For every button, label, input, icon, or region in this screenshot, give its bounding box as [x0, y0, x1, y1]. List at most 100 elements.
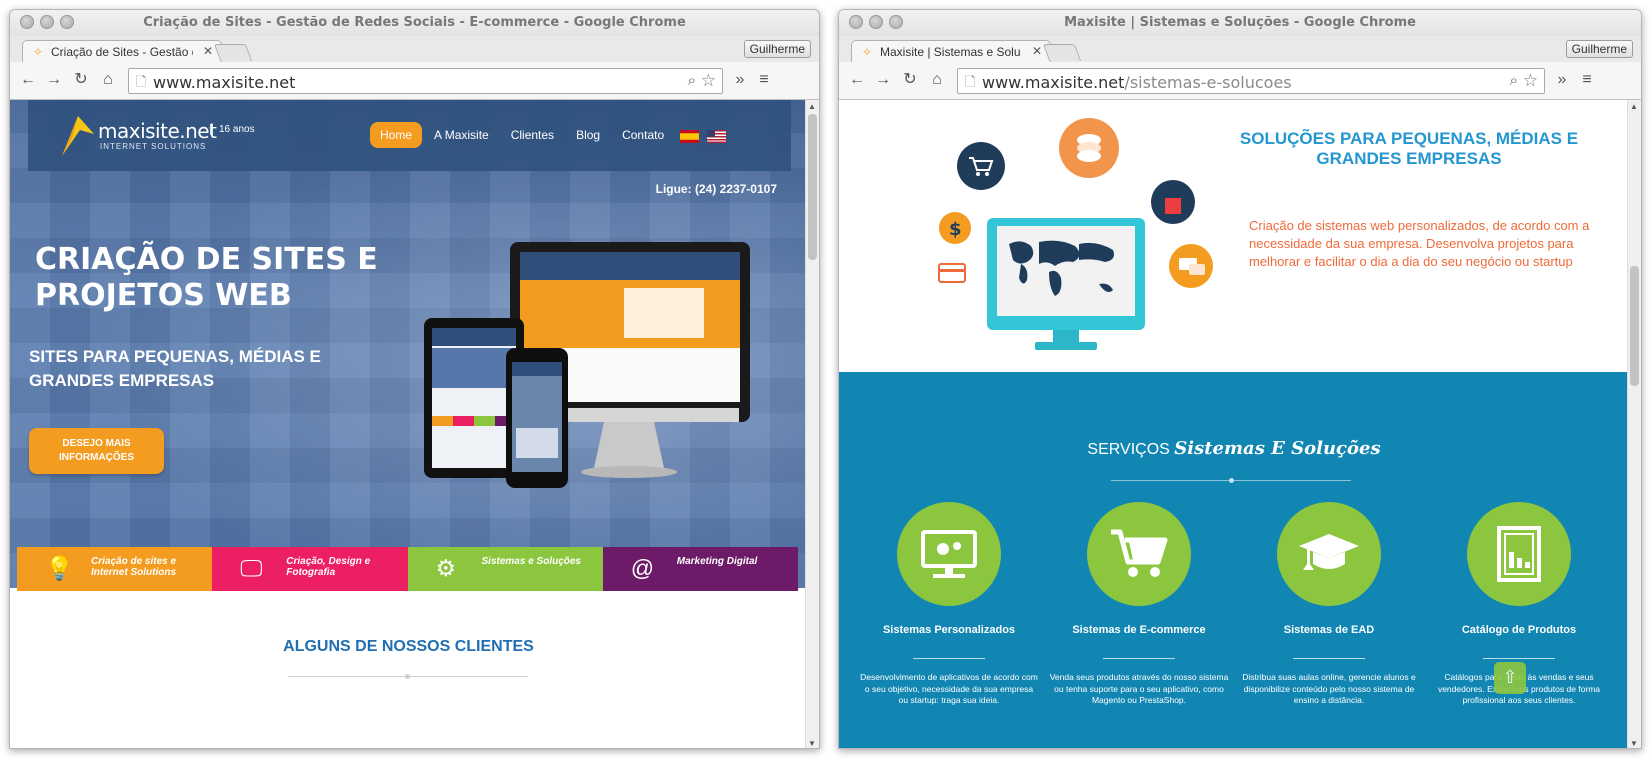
zoom-icon[interactable]: ⌕	[1510, 72, 1518, 89]
services-section: SERVIÇOS Sistemas E Soluções Sistemas Pe…	[839, 372, 1629, 748]
service-label: Criação de sites e Internet Solutions	[91, 556, 177, 578]
phone-gear-icon: ⚙	[435, 555, 457, 581]
browser-tab[interactable]: ✧ Maxisite | Sistemas e Solu ✕	[851, 40, 1051, 63]
maxisite-favicon-icon: ✧	[862, 45, 873, 59]
service-cards: Sistemas Personalizados Desenvolvimento …	[857, 502, 1617, 748]
scroll-thumb[interactable]	[808, 114, 817, 260]
logo-text[interactable]: maxisite.net	[98, 119, 217, 143]
home-icon[interactable]: ⌂	[927, 71, 947, 89]
nav-blog[interactable]: Blog	[566, 122, 610, 148]
address-bar[interactable]: 🗋 www.maxisite.net ⌕ ☆	[128, 68, 723, 94]
window-title: Maxisite | Sistemas e Soluções - Google …	[1064, 15, 1416, 30]
reload-icon[interactable]: ↻	[71, 71, 91, 89]
reload-icon[interactable]: ↻	[900, 71, 920, 89]
zoom-icon[interactable]: ⌕	[688, 72, 696, 89]
catalog-chart-icon	[1497, 526, 1541, 582]
scroll-thumb[interactable]	[1630, 266, 1639, 386]
home-icon[interactable]: ⌂	[98, 71, 118, 89]
service-card[interactable]: Sistemas de E-commerce Venda seus produt…	[1047, 502, 1237, 748]
logo-subtitle: INTERNET SOLUTIONS	[100, 142, 207, 151]
service-card-circle	[1087, 502, 1191, 606]
more-info-button[interactable]: DESEJO MAIS INFORMAÇÕES	[29, 428, 164, 474]
nav-a-maxisite[interactable]: A Maxisite	[424, 122, 499, 148]
back-arrow-icon[interactable]: ←	[847, 71, 867, 89]
tab-strip: ✧ Criação de Sites - Gestão d ✕ Guilherm…	[10, 36, 819, 63]
extensions-overflow-icon[interactable]: »	[730, 71, 750, 89]
url-text: www.maxisite.net/sistemas-e-solucoes	[982, 73, 1292, 92]
browser-tab[interactable]: ✧ Criação de Sites - Gestão d ✕	[22, 40, 222, 63]
shopping-cart-icon	[1111, 529, 1168, 577]
profile-button[interactable]: Guilherme	[1565, 40, 1633, 58]
window-title: Criação de Sites - Gestão de Redes Socia…	[143, 15, 686, 30]
browser-toolbar: ← → ↻ ⌂ 🗋 www.maxisite.net ⌕ ☆ » ≡	[10, 62, 819, 100]
extensions-overflow-icon[interactable]: »	[1552, 71, 1572, 89]
service-card-circle	[1467, 502, 1571, 606]
maxisite-favicon-icon: ✧	[33, 45, 44, 59]
service-card-circle	[897, 502, 1001, 606]
service-marketing[interactable]: @ Marketing Digital	[602, 547, 798, 591]
devices-mockup-image	[424, 242, 750, 488]
vertical-scrollbar[interactable]: ▲ ▼	[805, 100, 819, 748]
services-heading-script: Sistemas E Soluções	[1174, 438, 1381, 459]
nav-home[interactable]: Home	[370, 122, 423, 148]
menu-icon[interactable]: ≡	[754, 71, 774, 89]
scroll-up-icon[interactable]: ▲	[1630, 102, 1638, 111]
bookmark-star-icon[interactable]: ☆	[701, 71, 716, 91]
address-bar[interactable]: 🗋 www.maxisite.net/sistemas-e-solucoes ⌕…	[957, 68, 1545, 94]
browser-toolbar: ← → ↻ ⌂ 🗋 www.maxisite.net/sistemas-e-so…	[839, 62, 1641, 100]
phone-number: Ligue: (24) 2237-0107	[655, 182, 777, 196]
new-tab-button[interactable]	[1042, 44, 1082, 61]
service-card-title: Catálogo de Produtos	[1461, 624, 1577, 636]
service-card[interactable]: Sistemas de EAD Distribua suas aulas onl…	[1237, 502, 1427, 748]
scroll-down-icon[interactable]: ▼	[808, 739, 816, 748]
new-tab-button[interactable]	[213, 44, 253, 61]
service-card[interactable]: Sistemas Personalizados Desenvolvimento …	[857, 502, 1047, 748]
monitor-gears-icon	[921, 530, 977, 578]
hero-subtitle: SITES PARA PEQUENAS, MÉDIAS E GRANDES EM…	[29, 347, 321, 390]
service-card-title: Sistemas de EAD	[1283, 624, 1375, 636]
solutions-illustration-image: $	[938, 118, 1213, 350]
service-card-title: Sistemas de E-commerce	[1072, 624, 1206, 636]
spanish-flag-icon[interactable]	[680, 130, 699, 143]
back-arrow-icon[interactable]: ←	[18, 71, 38, 89]
browser-window-left: Criação de Sites - Gestão de Redes Socia…	[9, 9, 820, 749]
page-icon: 🗋	[136, 74, 147, 89]
service-card[interactable]: Catálogo de Produtos Catálogos para apoi…	[1427, 502, 1617, 748]
lightbulb-icon: 💡	[45, 555, 74, 581]
forward-arrow-icon[interactable]: →	[873, 71, 893, 89]
divider	[913, 658, 985, 659]
divider	[1103, 658, 1175, 659]
bookmark-star-icon[interactable]: ☆	[1523, 71, 1538, 91]
nav-clientes[interactable]: Clientes	[501, 122, 564, 148]
hero-title: CRIAÇÃO DE SITES E PROJETOS WEB	[35, 242, 378, 313]
service-label: Marketing Digital	[676, 556, 758, 567]
close-tab-icon[interactable]: ✕	[203, 44, 213, 58]
svg-text:$: $	[949, 219, 962, 240]
profile-button[interactable]: Guilherme	[743, 40, 811, 58]
divider	[1293, 658, 1365, 659]
maxisite-logo-icon[interactable]	[58, 110, 98, 160]
service-card-circle	[1277, 502, 1381, 606]
forward-arrow-icon[interactable]: →	[44, 71, 64, 89]
services-heading: SERVIÇOS Sistemas E Soluções	[839, 438, 1629, 459]
divider-dot	[1229, 478, 1234, 483]
menu-icon[interactable]: ≡	[1577, 71, 1597, 89]
nav-contato[interactable]: Contato	[612, 122, 674, 148]
service-card-description: Venda seus produtos através do nosso sis…	[1049, 672, 1229, 705]
tab-strip: ✧ Maxisite | Sistemas e Solu ✕ Guilherme	[839, 36, 1641, 63]
service-label: Criação, Design e Fotografia	[286, 556, 371, 578]
back-to-top-button[interactable]: ⇧	[1494, 662, 1526, 694]
scroll-up-icon[interactable]: ▲	[808, 102, 816, 111]
hero-section: maxisite.net INTERNET SOLUTIONS 16 anos …	[10, 100, 807, 588]
service-design[interactable]: 🖵 Criação, Design e Fotografia	[212, 547, 408, 591]
scroll-down-icon[interactable]: ▼	[1630, 739, 1638, 748]
close-tab-icon[interactable]: ✕	[1032, 44, 1042, 58]
us-flag-icon[interactable]	[707, 130, 726, 143]
service-sistemas[interactable]: ⚙ Sistemas e Soluções	[407, 547, 603, 591]
service-label: Sistemas e Soluções	[481, 556, 582, 567]
services-strip: 💡 Criação de sites e Internet Solutions …	[17, 547, 798, 591]
graduation-cap-icon	[1299, 534, 1359, 570]
vertical-scrollbar[interactable]: ▲ ▼	[1627, 100, 1641, 748]
page-icon: 🗋	[965, 74, 976, 89]
service-criacao-sites[interactable]: 💡 Criação de sites e Internet Solutions	[17, 547, 213, 591]
